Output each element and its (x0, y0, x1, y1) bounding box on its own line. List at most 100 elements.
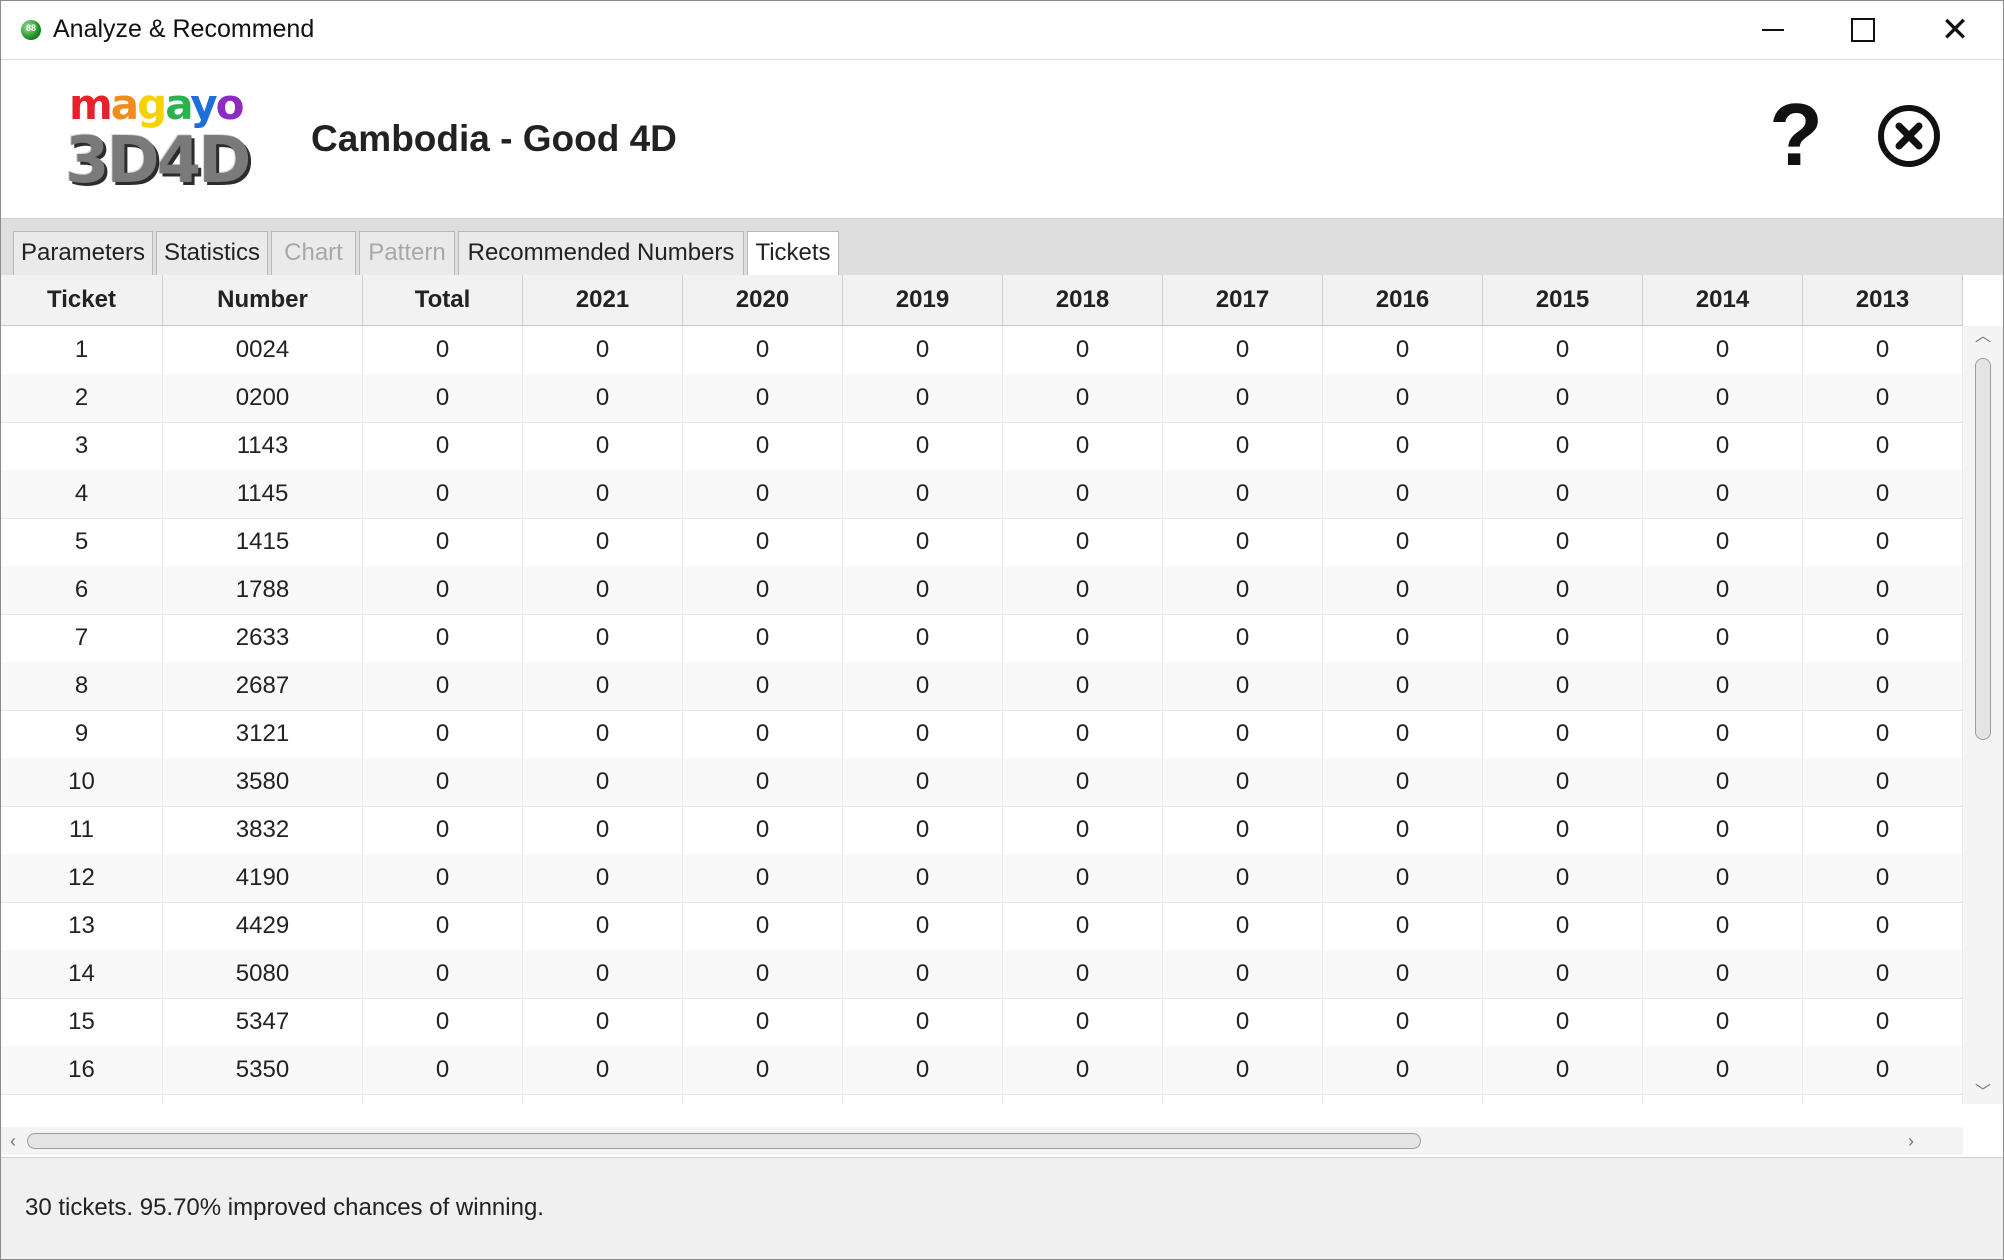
table-cell: 0 (1483, 614, 1643, 662)
scroll-down-icon[interactable]: ﹀ (1963, 1082, 2003, 1104)
scroll-right-icon[interactable]: › (1899, 1127, 1923, 1155)
table-row[interactable]: 7 2633 0 0 0 0 0 0 0 0 0 0 (1, 614, 1963, 663)
table-row[interactable]: 1762110000000000 (1, 1094, 1963, 1104)
table-cell: 0 (1163, 902, 1323, 950)
vertical-scrollbar[interactable]: ︿ ﹀ (1963, 326, 2003, 1104)
table-row[interactable]: 2 0200 0 0 0 0 0 0 0 0 0 0 (1, 374, 1963, 423)
table-cell: 12 (1, 854, 163, 902)
table-cell: 0 (1163, 326, 1323, 374)
table-cell: 0 (1483, 710, 1643, 758)
table-cell: 4 (1, 470, 163, 518)
table-cell: 0 (523, 662, 683, 710)
table-cell: 0 (683, 758, 843, 806)
table-cell: 0 (1163, 1046, 1323, 1094)
table-cell: 0 (843, 902, 1003, 950)
table-cell: 0 (1003, 710, 1163, 758)
table-cell: 0 (843, 710, 1003, 758)
table-row[interactable]: 12 4190 0 0 0 0 0 0 0 0 0 0 (1, 854, 1963, 903)
table-cell: 0 (1483, 758, 1643, 806)
table-cell: 1143 (163, 422, 363, 470)
horizontal-scroll-thumb[interactable] (27, 1133, 1421, 1149)
table-row[interactable]: 1 0024 0 0 0 0 0 0 0 0 0 0 (1, 326, 1963, 375)
tab-pattern: Pattern (359, 231, 455, 275)
table-cell: 0 (1643, 326, 1803, 374)
table-cell: 0 (1803, 470, 1963, 518)
help-button[interactable]: ? (1761, 90, 1831, 180)
table-cell: 0 (843, 374, 1003, 422)
column-header[interactable]: 2016 (1323, 275, 1483, 325)
minimize-button[interactable] (1727, 1, 1819, 59)
column-header[interactable]: 2021 (523, 275, 683, 325)
table-cell: 0 (1483, 902, 1643, 950)
column-header[interactable]: 2018 (1003, 275, 1163, 325)
column-header[interactable]: 2015 (1483, 275, 1643, 325)
column-header[interactable]: Number (163, 275, 363, 325)
table-cell: 17 (1, 1094, 163, 1104)
table-cell: 0 (523, 326, 683, 374)
table-cell: 15 (1, 998, 163, 1046)
title-bar[interactable]: 88 Analyze & Recommend ✕ (1, 1, 2003, 60)
table-cell: 16 (1, 1046, 163, 1094)
column-header[interactable]: 2020 (683, 275, 843, 325)
table-cell: 0 (1643, 470, 1803, 518)
column-header[interactable]: 2017 (1163, 275, 1323, 325)
close-window-button[interactable]: ✕ (1909, 1, 2001, 59)
table-cell: 6 (1, 566, 163, 614)
table-cell: 0 (363, 758, 523, 806)
table-cell: 0 (1643, 566, 1803, 614)
table-row[interactable]: 8 2687 0 0 0 0 0 0 0 0 0 0 (1, 662, 1963, 711)
table-cell: 0 (1643, 902, 1803, 950)
table-cell: 0 (1643, 1046, 1803, 1094)
table-row[interactable]: 10 3580 0 0 0 0 0 0 0 0 0 0 (1, 758, 1963, 807)
column-header[interactable]: 2019 (843, 275, 1003, 325)
vertical-scroll-thumb[interactable] (1975, 358, 1991, 740)
table-cell: 0 (363, 1094, 523, 1104)
table-cell: 0 (1163, 1094, 1323, 1104)
table-cell: 0 (1163, 854, 1323, 902)
table-body[interactable]: 1 0024 0 0 0 0 0 0 0 0 0 0 2 0200 0 0 0 0 0 0 0 0 0 0 3 1143 0 0 0 0 0… (1, 326, 1963, 1104)
table-cell: 0 (1483, 854, 1643, 902)
table-row[interactable]: 5 1415 0 0 0 0 0 0 0 0 0 0 (1, 518, 1963, 567)
table-cell: 0 (523, 614, 683, 662)
tab-parameters[interactable]: Parameters (13, 231, 153, 275)
table-row[interactable]: 16 5350 0 0 0 0 0 0 0 0 0 0 (1, 1046, 1963, 1095)
table-cell: 0 (683, 1046, 843, 1094)
column-header[interactable]: Ticket (1, 275, 163, 325)
circle-x-icon[interactable] (1877, 104, 1941, 168)
scroll-up-icon[interactable]: ︿ (1963, 326, 2003, 348)
table-row[interactable]: 9 3121 0 0 0 0 0 0 0 0 0 0 (1, 710, 1963, 759)
column-header[interactable]: 2013 (1803, 275, 1963, 325)
table-cell: 0 (683, 662, 843, 710)
table-cell: 2633 (163, 614, 363, 662)
table-cell: 0 (1483, 470, 1643, 518)
table-row[interactable]: 13 4429 0 0 0 0 0 0 0 0 0 0 (1, 902, 1963, 951)
table-row[interactable]: 11 3832 0 0 0 0 0 0 0 0 0 0 (1, 806, 1963, 855)
table-row[interactable]: 6 1788 0 0 0 0 0 0 0 0 0 0 (1, 566, 1963, 615)
table-cell: 5 (1, 518, 163, 566)
tab-statistics[interactable]: Statistics (156, 231, 268, 275)
scroll-left-icon[interactable]: ‹ (1, 1127, 25, 1155)
table-cell: 0 (843, 614, 1003, 662)
table-cell: 0 (363, 710, 523, 758)
tab-tickets[interactable]: Tickets (747, 231, 839, 276)
column-header[interactable]: 2014 (1643, 275, 1803, 325)
logo-letter: g (137, 80, 167, 129)
table-cell: 0 (1003, 566, 1163, 614)
table-cell: 0 (1643, 518, 1803, 566)
table-row[interactable]: 14 5080 0 0 0 0 0 0 0 0 0 0 (1, 950, 1963, 999)
table-row[interactable]: 15 5347 0 0 0 0 0 0 0 0 0 0 (1, 998, 1963, 1047)
table-cell: 0 (1643, 950, 1803, 998)
column-header[interactable]: Total (363, 275, 523, 325)
table-cell: 0 (683, 998, 843, 1046)
horizontal-scrollbar[interactable]: ‹ › (1, 1127, 1963, 1155)
magayo-logo: magayo 3D4D (65, 80, 255, 198)
table-row[interactable]: 3 1143 0 0 0 0 0 0 0 0 0 0 (1, 422, 1963, 471)
tab-recommended-numbers[interactable]: Recommended Numbers (458, 231, 744, 275)
table-cell: 0 (1643, 422, 1803, 470)
page-title: Cambodia - Good 4D (311, 118, 677, 159)
table-row[interactable]: 4 1145 0 0 0 0 0 0 0 0 0 0 (1, 470, 1963, 519)
table-cell: 0 (363, 998, 523, 1046)
table-cell: 2687 (163, 662, 363, 710)
table-cell: 0 (1323, 902, 1483, 950)
maximize-button[interactable] (1817, 1, 1909, 59)
